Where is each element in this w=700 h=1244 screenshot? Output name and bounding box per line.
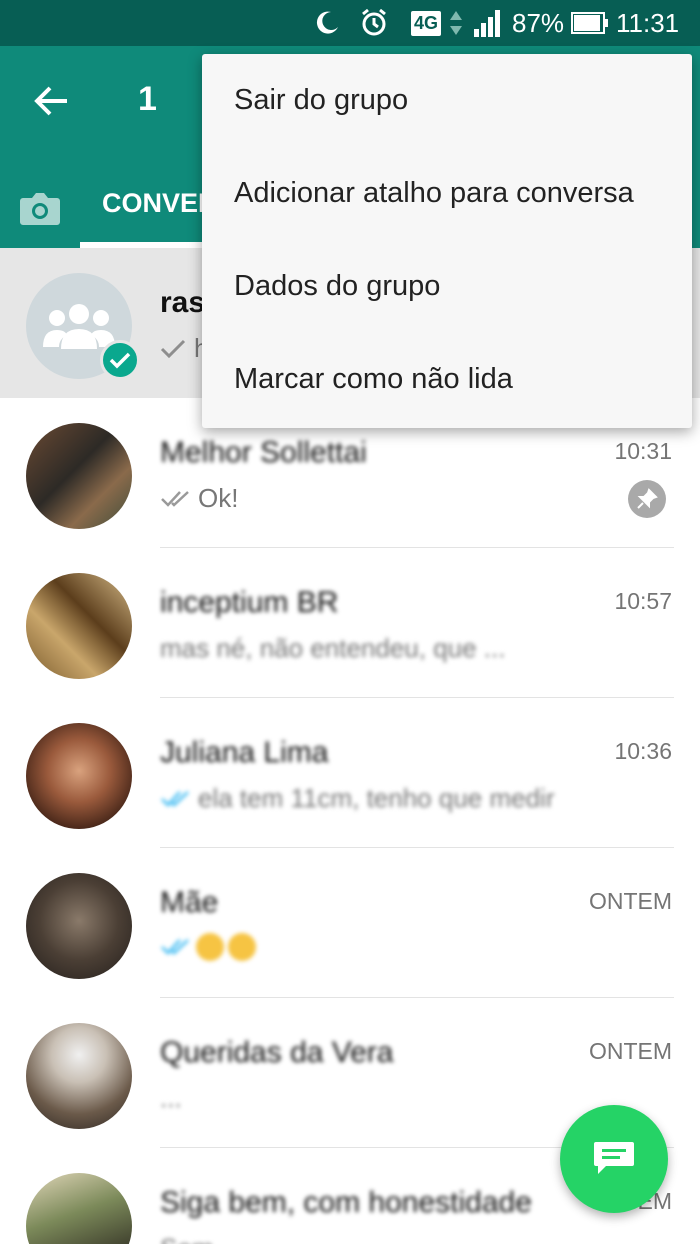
back-button[interactable] [20, 76, 82, 126]
chat-preview: mas né, não entendeu, que ... [160, 633, 505, 664]
chat-name: Mãe [160, 886, 219, 919]
contact-avatar [26, 1023, 132, 1129]
chat-time: ONTEM [588, 1038, 672, 1064]
chat-preview-text: Ok! [198, 483, 239, 513]
chat-name: Melhor Sollettai [160, 436, 367, 469]
read-receipt-icon [161, 939, 189, 955]
chat-row[interactable]: Mãe ONTEM [0, 848, 700, 998]
battery-icon [570, 8, 610, 38]
status-bar: 4G 87% 11:31 [0, 0, 700, 46]
chat-name: inceptium BR [160, 586, 339, 619]
chat-preview-text: Sem ... [160, 1233, 242, 1244]
chat-preview-text: ela tem 11cm, tenho que medir [198, 783, 555, 813]
chat-row[interactable]: inceptium BR 10:57 mas né, não entendeu,… [0, 548, 700, 698]
chat-time: 10:31 [614, 438, 672, 464]
selected-check-badge [100, 340, 140, 380]
data-arrows-icon [446, 8, 466, 38]
chat-preview: Ok! [160, 483, 238, 514]
new-chat-icon [594, 1142, 634, 1174]
chat-row[interactable]: Juliana Lima 10:36 ela tem 11cm, tenho q… [0, 698, 700, 848]
selected-count: 1 [138, 80, 157, 118]
battery-percent: 87% [512, 8, 565, 38]
contact-avatar [26, 423, 132, 529]
contact-avatar [26, 723, 132, 829]
clock: 11:31 [616, 8, 680, 38]
double-check-icon [161, 490, 189, 507]
chat-name: Siga bem, com honestidade [160, 1186, 532, 1219]
new-chat-button[interactable] [560, 1105, 668, 1213]
chat-preview: ... [160, 1083, 182, 1114]
chat-preview: Sem ... [160, 1233, 242, 1244]
overflow-menu: Sair do grupo Adicionar atalho para conv… [202, 54, 692, 428]
menu-item-group-info[interactable]: Dados do grupo [202, 240, 692, 333]
chat-name: Juliana Lima [160, 736, 329, 769]
check-icon [109, 352, 131, 369]
chat-preview: ela tem 11cm, tenho que medir [160, 783, 554, 814]
signal-icon [470, 8, 504, 38]
chat-time: 10:36 [614, 738, 672, 764]
chat-preview-text: ... [160, 1083, 182, 1113]
arrow-back-icon [34, 86, 67, 116]
menu-item-add-shortcut[interactable]: Adicionar atalho para conversa [202, 147, 692, 240]
contact-avatar [26, 573, 132, 679]
chat-preview-text: mas né, não entendeu, que ... [160, 633, 506, 663]
camera-icon [20, 193, 60, 225]
emoji-icon [196, 933, 224, 961]
menu-item-leave-group[interactable]: Sair do grupo [202, 54, 692, 147]
emoji-icon [228, 933, 256, 961]
alarm-icon [358, 8, 390, 38]
read-receipt-icon [161, 790, 189, 807]
chat-name: Queridas da Vera [160, 1036, 394, 1069]
contact-avatar [26, 1173, 132, 1244]
chat-preview [160, 933, 256, 961]
pin-icon [628, 480, 666, 518]
sent-check-icon [160, 339, 186, 358]
tab-chats[interactable]: CONVERSAS [80, 176, 273, 248]
network-4g-icon: 4G [410, 8, 442, 38]
tab-camera[interactable] [12, 180, 68, 236]
menu-item-mark-unread[interactable]: Marcar como não lida [202, 333, 692, 426]
contact-avatar [26, 873, 132, 979]
chat-time: 10:57 [614, 588, 672, 614]
chat-time: ONTEM [588, 888, 672, 914]
group-icon [43, 304, 115, 349]
network-label: 4G [410, 10, 441, 36]
chat-name: ras [160, 286, 206, 319]
moon-icon [312, 8, 342, 38]
